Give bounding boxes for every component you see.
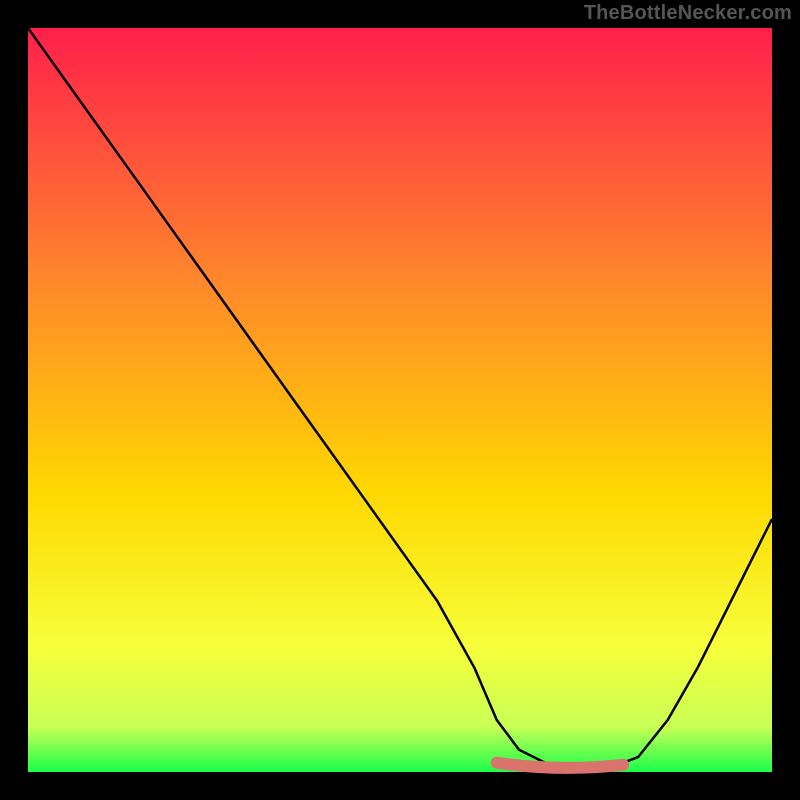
bottleneck-chart — [0, 0, 800, 800]
chart-stage: TheBottleNecker.com — [0, 0, 800, 800]
minimum-marker — [497, 763, 624, 768]
plot-background — [28, 28, 772, 772]
watermark-text: TheBottleNecker.com — [584, 2, 792, 25]
